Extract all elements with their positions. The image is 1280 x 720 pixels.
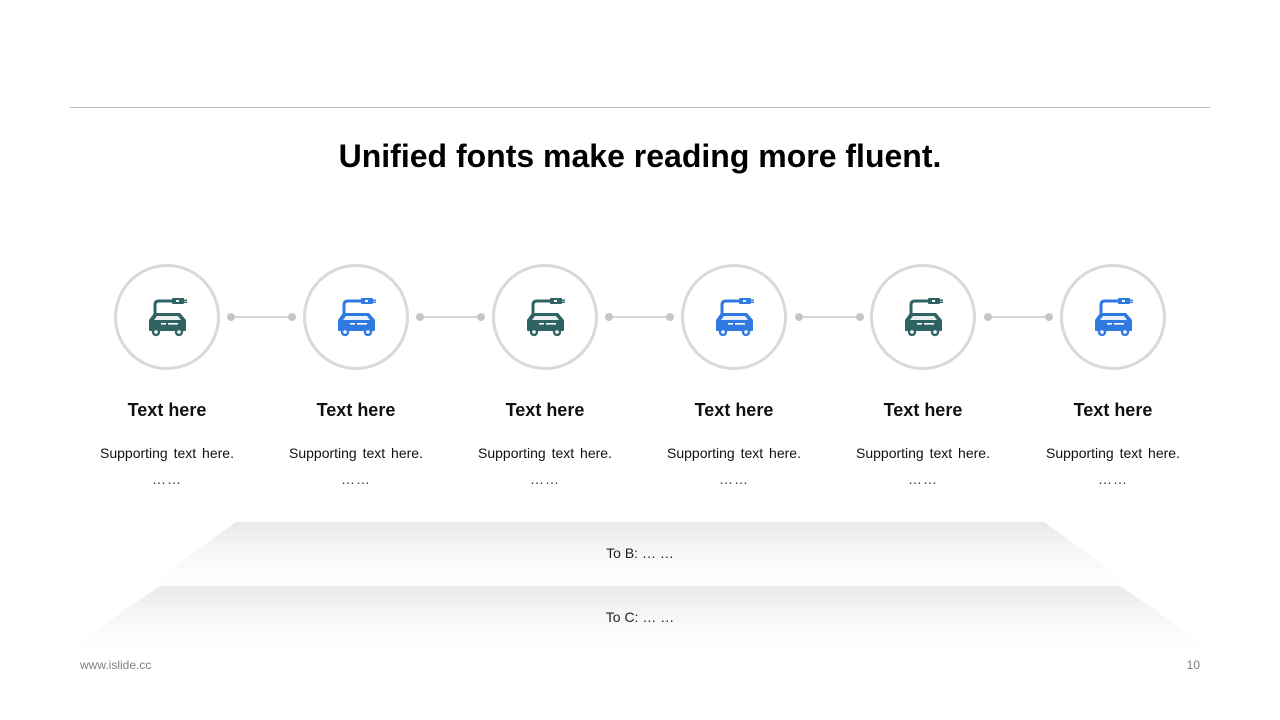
step-ellipsis: …… — [908, 471, 938, 487]
electric-car-charging-icon — [149, 298, 187, 337]
step-icon-circle — [303, 264, 409, 370]
step-icon-circle — [1060, 264, 1166, 370]
step-4: Text here Supporting text here. …… — [634, 264, 834, 504]
step-ellipsis: …… — [152, 471, 182, 487]
step-subtitle: Supporting text here. — [856, 445, 990, 461]
step-title: Text here — [694, 400, 774, 420]
page-number: 10 — [1186, 658, 1200, 672]
electric-car-charging-icon — [338, 298, 376, 337]
step-title: Text here — [127, 400, 207, 420]
step-ellipsis: …… — [1098, 471, 1128, 487]
step-subtitle: Supporting text here. — [478, 445, 612, 461]
step-3: Text here Supporting text here. …… — [445, 264, 645, 504]
step-icon-circle — [681, 264, 787, 370]
electric-car-charging-icon — [905, 298, 943, 337]
step-subtitle: Supporting text here. — [667, 445, 801, 461]
step-1: Text here Supporting text here. …… — [67, 264, 267, 504]
step-5: Text here Supporting text here. …… — [823, 264, 1023, 504]
electric-car-charging-icon — [1095, 298, 1133, 337]
electric-car-charging-icon — [716, 298, 754, 337]
electric-car-charging-icon — [527, 298, 565, 337]
band-label-to-b: To B: … … — [606, 545, 674, 561]
step-icon-circle — [492, 264, 598, 370]
step-icon-circle — [114, 264, 220, 370]
step-subtitle: Supporting text here. — [289, 445, 423, 461]
step-subtitle: Supporting text here. — [100, 445, 234, 461]
top-divider — [70, 107, 1210, 108]
step-2: Text here Supporting text here. …… — [256, 264, 456, 504]
step-title: Text here — [883, 400, 963, 420]
step-6: Text here Supporting text here. …… — [1013, 264, 1213, 504]
step-ellipsis: …… — [719, 471, 749, 487]
step-title: Text here — [505, 400, 585, 420]
step-icon-circle — [870, 264, 976, 370]
step-subtitle: Supporting text here. — [1046, 445, 1180, 461]
footer-url: www.islide.cc — [80, 658, 152, 672]
band-label-to-c: To C: … … — [605, 609, 675, 625]
step-ellipsis: …… — [341, 471, 371, 487]
step-ellipsis: …… — [530, 471, 560, 487]
step-title: Text here — [1073, 400, 1153, 420]
slide-title: Unified fonts make reading more fluent. — [338, 138, 942, 174]
step-title: Text here — [316, 400, 396, 420]
